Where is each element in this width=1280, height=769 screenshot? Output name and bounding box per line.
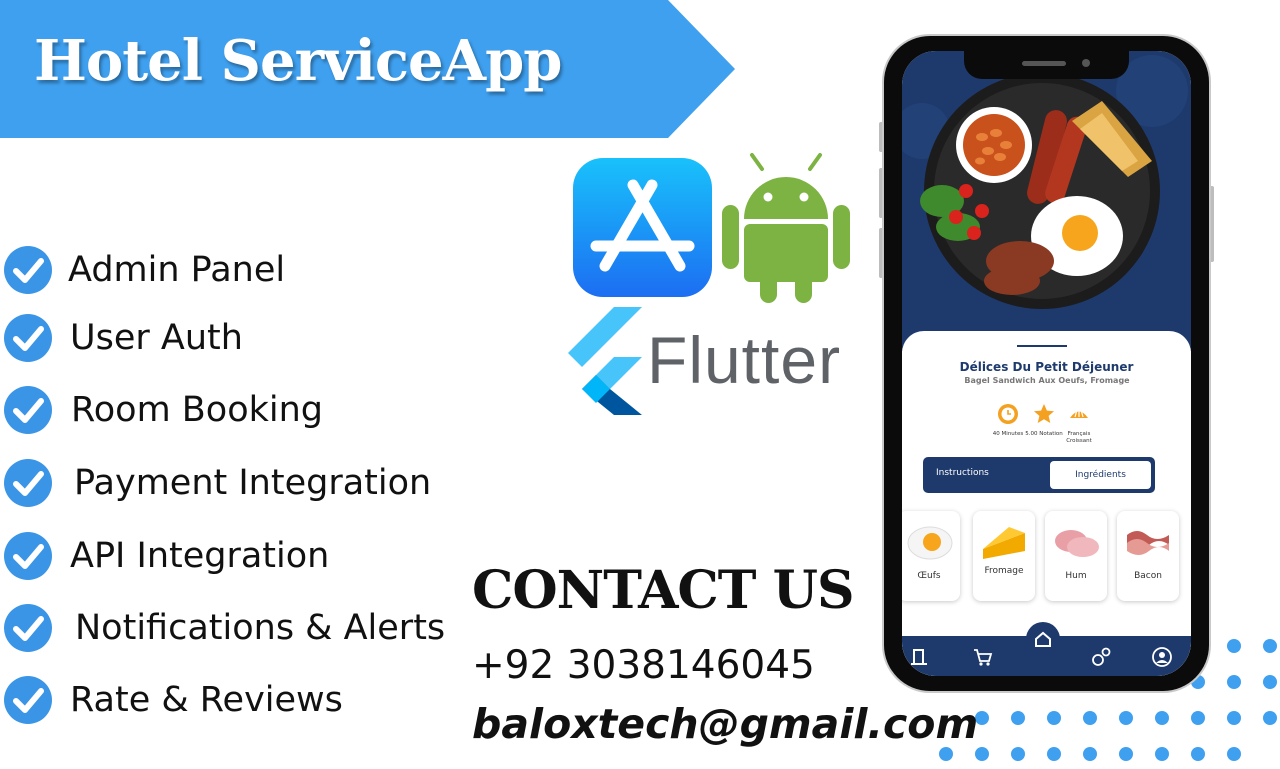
dish-subtitle: Bagel Sandwich Aux Oeufs, Fromage <box>964 376 1130 385</box>
feature-label: Admin Panel <box>68 250 286 290</box>
ingredient-card[interactable]: Fromage <box>973 511 1035 601</box>
title-banner: Hotel ServiceApp <box>0 0 735 138</box>
feature-label: API Integration <box>70 536 330 576</box>
ingredient-card[interactable]: Bacon <box>1117 511 1179 601</box>
decorative-dot <box>1047 747 1061 761</box>
dish-hero-image <box>902 51 1191 351</box>
egg-icon <box>907 526 953 560</box>
tab-instructions[interactable]: Instructions <box>936 468 989 478</box>
decorative-dot <box>1083 747 1097 761</box>
contact-phone: +92 3038146045 <box>472 643 815 688</box>
decorative-dot <box>1047 711 1061 725</box>
feature-item: Rate & Reviews <box>4 674 343 726</box>
bacon-icon <box>1127 531 1169 555</box>
ingredient-label: Bacon <box>1134 571 1162 581</box>
decorative-dot <box>1227 711 1241 725</box>
decorative-dot <box>1263 711 1277 725</box>
phone-side-button <box>1209 186 1214 262</box>
decorative-dot <box>1155 711 1169 725</box>
decorative-dot <box>1227 639 1241 653</box>
check-icon <box>4 386 52 434</box>
feature-item: Payment Integration <box>4 457 431 509</box>
check-icon <box>4 676 52 724</box>
decorative-dot <box>1191 747 1205 761</box>
home-icon <box>1035 631 1051 647</box>
ingredient-card[interactable]: Œufs <box>902 511 960 601</box>
decorative-dot <box>1011 711 1025 725</box>
tab-ingredients[interactable]: Ingrédients <box>1050 461 1151 489</box>
decorative-dot <box>1083 711 1097 725</box>
stat-label: Français Croissant <box>1066 431 1092 444</box>
check-icon <box>4 532 52 580</box>
tab-toggle: Instructions Ingrédients <box>923 457 1155 493</box>
decorative-dot <box>1227 747 1241 761</box>
star-icon <box>1034 404 1054 423</box>
croissant-icon <box>1070 409 1088 418</box>
feature-item: User Auth <box>4 312 243 364</box>
flutter-wordmark: Flutter <box>647 323 842 397</box>
check-icon <box>4 314 52 362</box>
feature-item: Room Booking <box>4 384 323 436</box>
profile-icon[interactable] <box>1151 646 1173 668</box>
stat-item: Français Croissant <box>1054 403 1104 445</box>
card-divider <box>1017 345 1067 347</box>
settings-icon[interactable] <box>1090 646 1112 668</box>
ingredient-card[interactable]: Hum <box>1045 511 1107 601</box>
cheese-icon <box>983 527 1025 559</box>
breakfast-plate-illustration <box>902 55 1188 309</box>
ingredient-label: Fromage <box>984 566 1024 576</box>
feature-label: User Auth <box>70 318 243 358</box>
decorative-dot <box>1119 711 1133 725</box>
phone-speaker <box>1022 61 1066 66</box>
home-nav-button[interactable] <box>1026 622 1060 656</box>
feature-item: Admin Panel <box>4 244 285 296</box>
clock-icon <box>998 404 1018 424</box>
decorative-dot <box>1263 639 1277 653</box>
feature-item: Notifications & Alerts <box>4 602 445 654</box>
decorative-dot <box>1119 747 1133 761</box>
feature-item: API Integration <box>4 530 329 582</box>
feature-label: Room Booking <box>71 390 324 430</box>
check-icon <box>4 246 52 294</box>
app-store-icon <box>573 158 712 297</box>
feature-label: Notifications & Alerts <box>75 608 446 648</box>
phone-notch <box>964 51 1129 79</box>
cart-icon[interactable] <box>972 646 994 668</box>
phone-mockup: Délices Du Petit Déjeuner Bagel Sandwich… <box>879 36 1214 691</box>
decorative-dot <box>1011 747 1025 761</box>
decorative-dot <box>939 747 953 761</box>
flutter-icon <box>568 307 642 415</box>
feature-label: Payment Integration <box>74 463 432 503</box>
feature-label: Rate & Reviews <box>70 680 343 720</box>
dish-title: Délices Du Petit Déjeuner <box>959 360 1134 374</box>
android-icon <box>722 153 850 303</box>
door-icon[interactable] <box>908 646 930 668</box>
decorative-dot <box>1263 675 1277 689</box>
decorative-dot <box>1191 711 1205 725</box>
decorative-dot <box>1155 747 1169 761</box>
contact-heading: CONTACT US <box>472 560 854 621</box>
decorative-dot <box>1227 675 1241 689</box>
phone-camera <box>1082 59 1090 67</box>
decorative-dot <box>975 747 989 761</box>
ham-icon <box>1055 530 1099 557</box>
ingredient-label: Hum <box>1065 571 1087 581</box>
phone-screen: Délices Du Petit Déjeuner Bagel Sandwich… <box>902 51 1191 676</box>
app-title: Hotel ServiceApp <box>34 28 562 94</box>
contact-email: baloxtech@gmail.com <box>472 700 979 748</box>
ingredient-label: Œufs <box>917 571 941 581</box>
check-icon <box>4 459 52 507</box>
check-icon <box>4 604 52 652</box>
